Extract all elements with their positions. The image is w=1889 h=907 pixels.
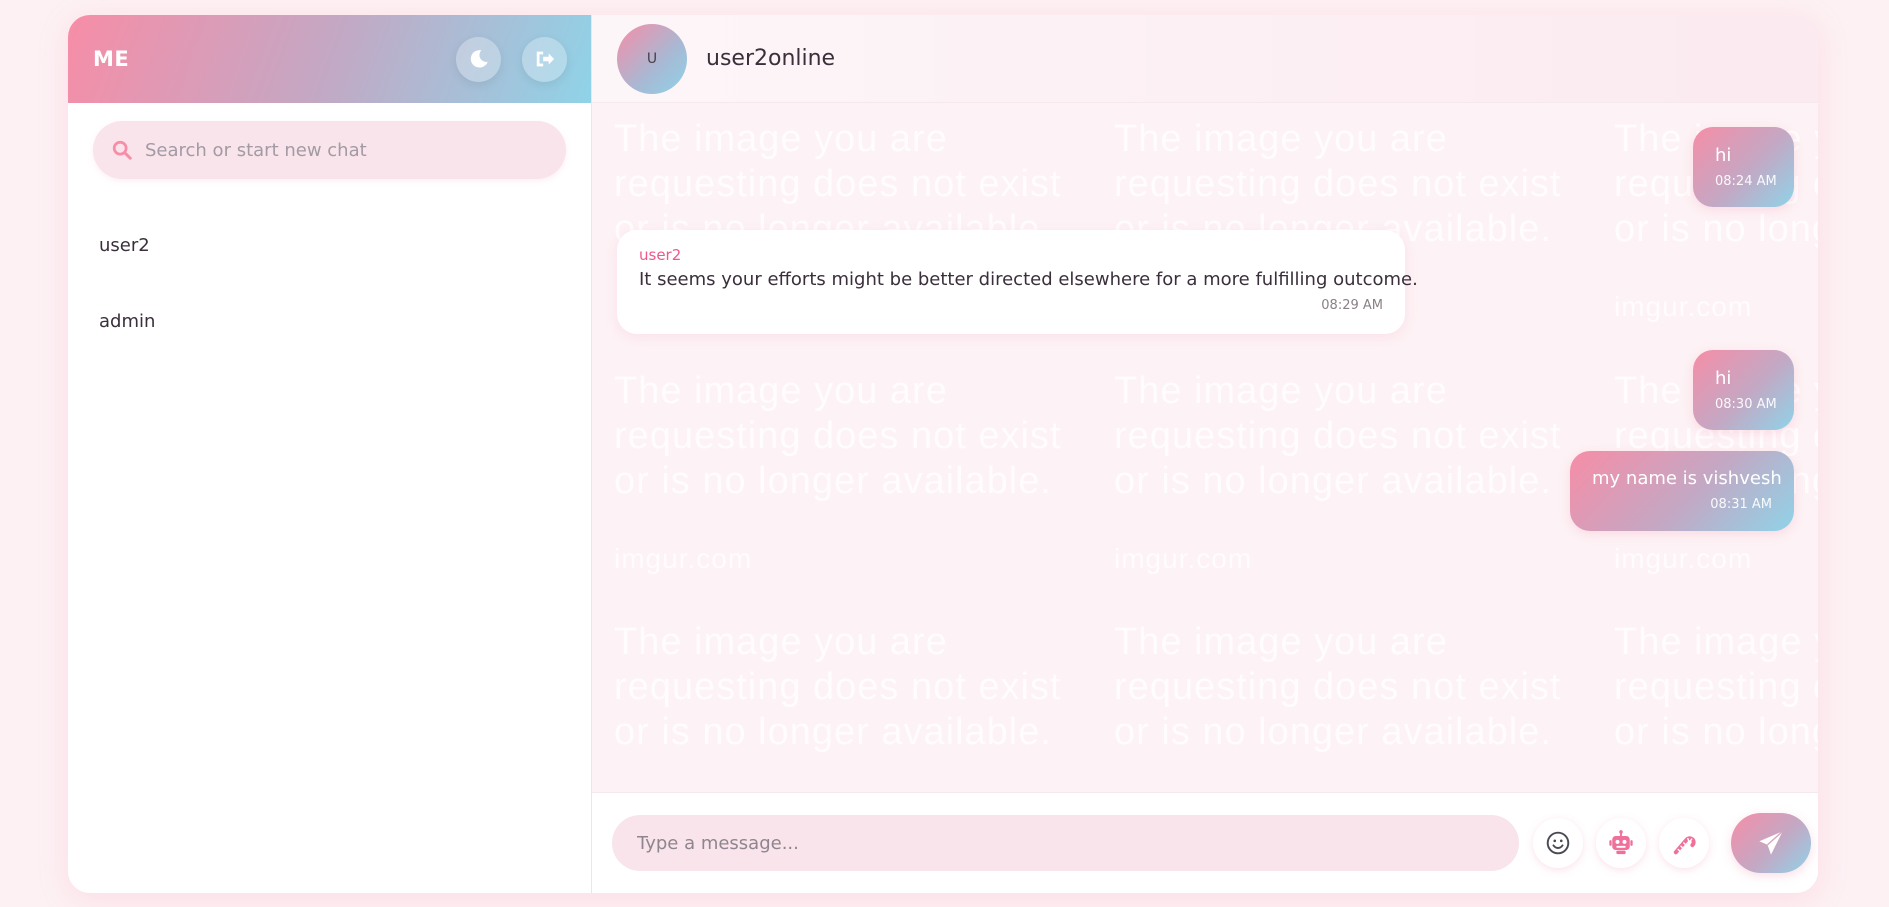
search-input[interactable] xyxy=(145,139,525,161)
watermark-url: imgur.com xyxy=(1114,543,1253,574)
candy-cane-icon xyxy=(1673,836,1696,855)
watermark-tile: The image you are requesting does not ex… xyxy=(1114,620,1584,755)
message-input[interactable] xyxy=(612,815,1519,871)
send-button[interactable] xyxy=(1731,813,1811,873)
avatar[interactable]: U xyxy=(617,23,687,94)
chat-list-item-user2[interactable]: user2 xyxy=(68,207,591,283)
message-text: hi xyxy=(1715,145,1732,166)
conversation-panel: U user2online The image you are requesti… xyxy=(592,15,1818,893)
message-bubble-outgoing[interactable]: hi 08:30 AM xyxy=(1693,350,1794,430)
search-bar xyxy=(93,121,566,179)
theme-toggle-button[interactable] xyxy=(456,36,501,82)
message-time: 08:24 AM xyxy=(1715,174,1777,189)
paper-plane-icon xyxy=(1759,830,1784,855)
logout-button[interactable] xyxy=(522,36,567,82)
message-time: 08:30 AM xyxy=(1715,397,1777,412)
chat-list: user2 admin xyxy=(68,179,591,359)
watermark-tile: imgur.com xyxy=(1614,291,1818,323)
robot-icon xyxy=(1609,830,1633,855)
background-watermark: The image you are requesting does not ex… xyxy=(592,103,1818,792)
message-bubble-outgoing[interactable]: hi 08:24 AM xyxy=(1693,127,1794,207)
message-composer xyxy=(592,792,1818,893)
watermark-tile: imgur.com xyxy=(1614,543,1818,575)
watermark-tile: The image you are requesting does not ex… xyxy=(614,369,1084,504)
conversation-title: user2online xyxy=(706,46,836,71)
avatar-initial: U xyxy=(646,50,658,67)
smiley-icon xyxy=(1546,831,1570,855)
watermark-text: The image you are requesting does not ex… xyxy=(614,370,1062,502)
message-text: It seems your efforts might be better di… xyxy=(639,269,1418,290)
emoji-button[interactable] xyxy=(1533,818,1583,868)
message-sender: user2 xyxy=(639,246,682,264)
watermark-tile: The image you are requesting does not ex… xyxy=(1614,620,1818,755)
chat-list-item-label: admin xyxy=(99,310,156,332)
message-time: 08:31 AM xyxy=(1710,497,1772,512)
message-time: 08:29 AM xyxy=(1321,298,1383,313)
search-icon xyxy=(112,140,132,160)
message-text: my name is vishvesh xyxy=(1592,468,1782,489)
sidebar: ME Search or start new chat user2 admin xyxy=(68,15,592,893)
message-bubble-outgoing[interactable]: my name is vishvesh 08:31 AM xyxy=(1570,451,1794,531)
message-text: hi xyxy=(1715,368,1732,389)
profile-label[interactable]: ME xyxy=(93,47,129,71)
message-bubble-incoming[interactable]: user2 It seems your efforts might be bet… xyxy=(617,230,1418,334)
watermark-tile: imgur.com xyxy=(614,543,1084,575)
logout-icon xyxy=(536,51,554,67)
chat-list-item-label: user2 xyxy=(99,234,150,256)
moon-icon xyxy=(470,50,488,68)
candy-button[interactable] xyxy=(1659,818,1709,868)
watermark-url: imgur.com xyxy=(1614,543,1753,574)
watermark-text: The image you are requesting does not ex… xyxy=(1114,621,1562,753)
watermark-url: imgur.com xyxy=(614,543,753,574)
conversation-header: U user2online xyxy=(592,15,1818,103)
chat-app: ME Search or start new chat user2 admin … xyxy=(68,15,1818,893)
bot-button[interactable] xyxy=(1596,818,1646,868)
watermark-tile: imgur.com xyxy=(1114,543,1584,575)
watermark-url: imgur.com xyxy=(1614,291,1753,322)
search-wrapper xyxy=(68,103,591,179)
header-actions xyxy=(456,36,567,82)
watermark-text: The image you are requesting does not ex… xyxy=(1614,621,1818,753)
sidebar-header: ME xyxy=(68,15,591,103)
watermark-tile: The image you are requesting does not ex… xyxy=(1114,369,1584,504)
message-area[interactable]: The image you are requesting does not ex… xyxy=(592,103,1818,792)
chat-list-item-admin[interactable]: admin xyxy=(68,283,591,359)
watermark-tile: The image you are requesting does not ex… xyxy=(614,620,1084,755)
watermark-text: The image you are requesting does not ex… xyxy=(614,621,1062,753)
watermark-text: The image you are requesting does not ex… xyxy=(1114,370,1562,502)
